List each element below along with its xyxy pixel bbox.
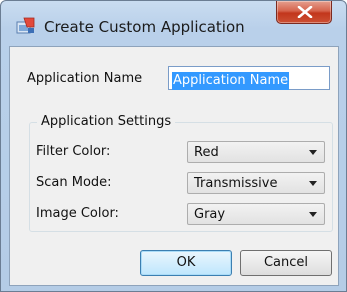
chevron-down-icon: [309, 212, 317, 217]
scan-mode-select[interactable]: Transmissive: [187, 172, 325, 194]
close-icon: [297, 6, 313, 18]
filter-color-select[interactable]: Red: [187, 141, 325, 163]
application-name-input[interactable]: Application Name: [168, 66, 330, 90]
application-icon: [16, 17, 36, 35]
chevron-down-icon: [309, 181, 317, 186]
chevron-down-icon: [309, 150, 317, 155]
filter-color-value: Red: [194, 145, 219, 160]
window-title: Create Custom Application: [44, 18, 245, 36]
cancel-button[interactable]: Cancel: [240, 250, 332, 276]
image-color-select[interactable]: Gray: [187, 203, 325, 225]
application-name-value: Application Name: [172, 72, 290, 90]
filter-color-label: Filter Color:: [36, 144, 111, 159]
dialog-content: Application Name Application Name Applic…: [9, 46, 339, 286]
close-button[interactable]: [276, 1, 332, 24]
application-settings-title: Application Settings: [37, 114, 176, 129]
title-bar[interactable]: Create Custom Application: [1, 1, 346, 45]
image-color-value: Gray: [194, 207, 226, 222]
dialog-window: Create Custom Application Application Na…: [0, 0, 347, 292]
application-name-label: Application Name: [27, 71, 143, 86]
ok-button[interactable]: OK: [140, 250, 232, 276]
scan-mode-label: Scan Mode:: [36, 175, 112, 190]
image-color-label: Image Color:: [36, 206, 119, 221]
scan-mode-value: Transmissive: [194, 176, 278, 191]
